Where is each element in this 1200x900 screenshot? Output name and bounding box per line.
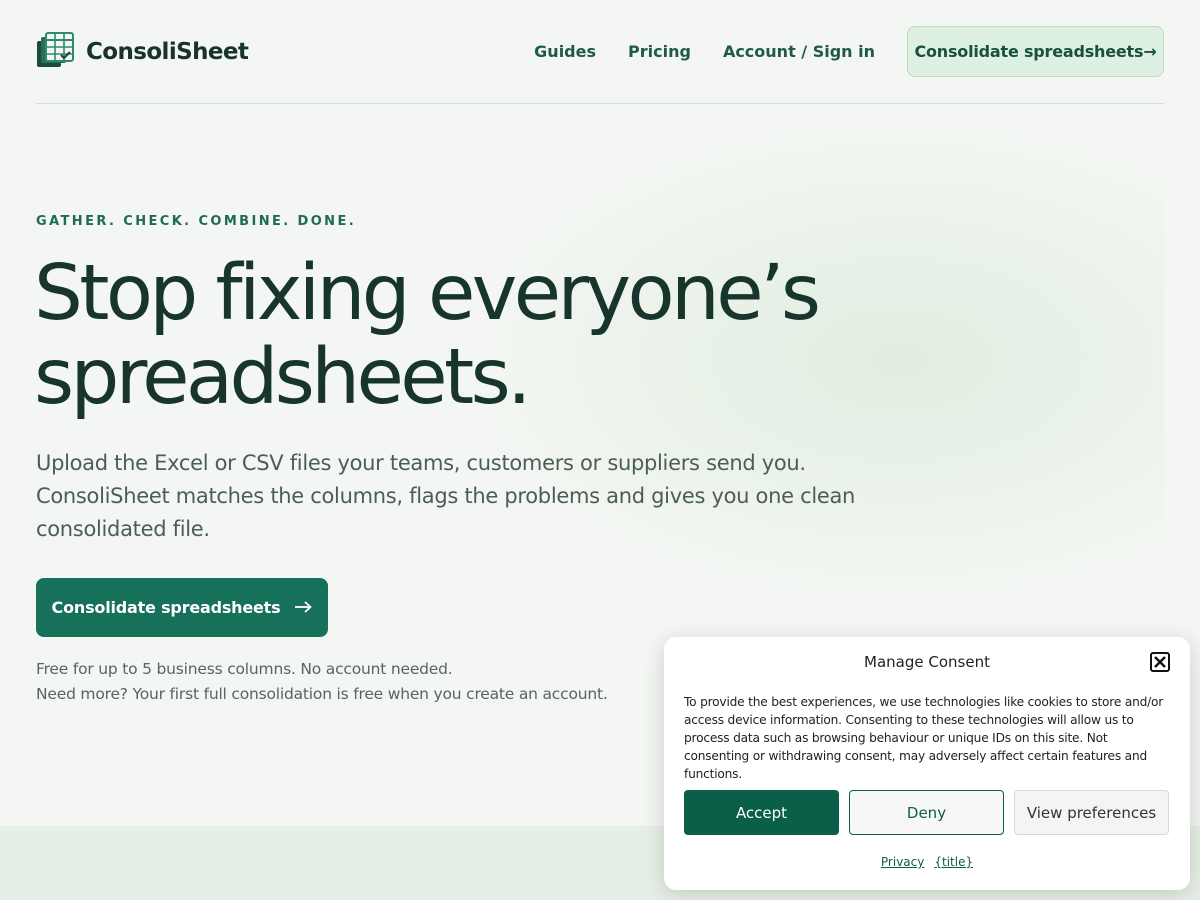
consent-body: To provide the best experiences, we use … — [684, 695, 1164, 781]
consent-title: Manage Consent — [864, 653, 990, 671]
site-header: ConsoliSheet Guides Pricing Account / Si… — [36, 26, 1164, 77]
view-preferences-button[interactable]: View preferences — [1014, 790, 1169, 835]
hero-title-line-1: Stop fixing everyone’s — [34, 249, 821, 338]
consent-buttons: Accept Deny View preferences — [684, 790, 1169, 835]
nav-link-guides[interactable]: Guides — [534, 42, 596, 61]
nav-link-pricing[interactable]: Pricing — [628, 42, 691, 61]
hero-cta-label: Consolidate spreadsheets — [51, 598, 281, 617]
privacy-link[interactable]: Privacy — [881, 855, 924, 869]
accept-button[interactable]: Accept — [684, 790, 839, 835]
consent-dialog: Manage Consent To provide the best exper… — [664, 637, 1190, 890]
hero-consolidate-button[interactable]: Consolidate spreadsheets — [36, 578, 328, 637]
title-link[interactable]: {title} — [934, 855, 973, 869]
header-consolidate-button[interactable]: Consolidate spreadsheets→ — [907, 26, 1164, 77]
spreadsheet-stack-icon — [36, 31, 75, 72]
header-divider — [36, 103, 1164, 104]
hero-title-line-2: spreadsheets. — [34, 333, 532, 422]
deny-button[interactable]: Deny — [849, 790, 1004, 835]
arrow-right-icon — [294, 598, 313, 617]
hero-lead: Upload the Excel or CSV files your teams… — [36, 451, 856, 541]
hero-note-line-2: Need more? Your first full consolidation… — [36, 685, 608, 703]
close-icon[interactable] — [1150, 652, 1170, 672]
main-nav: Guides Pricing Account / Sign in Consoli… — [502, 26, 1164, 77]
hero-eyebrow: GATHER. CHECK. COMBINE. DONE. — [36, 214, 357, 229]
brand-name: ConsoliSheet — [86, 38, 249, 65]
consent-links: Privacy {title} — [664, 855, 1190, 869]
brand-logo-link[interactable]: ConsoliSheet — [36, 31, 249, 72]
nav-link-account-sign-in[interactable]: Account / Sign in — [723, 42, 875, 61]
hero-note: Free for up to 5 business columns. No ac… — [36, 657, 608, 707]
hero-title: Stop fixing everyone’s spreadsheets. — [34, 252, 934, 420]
hero-note-line-1: Free for up to 5 business columns. No ac… — [36, 660, 453, 678]
